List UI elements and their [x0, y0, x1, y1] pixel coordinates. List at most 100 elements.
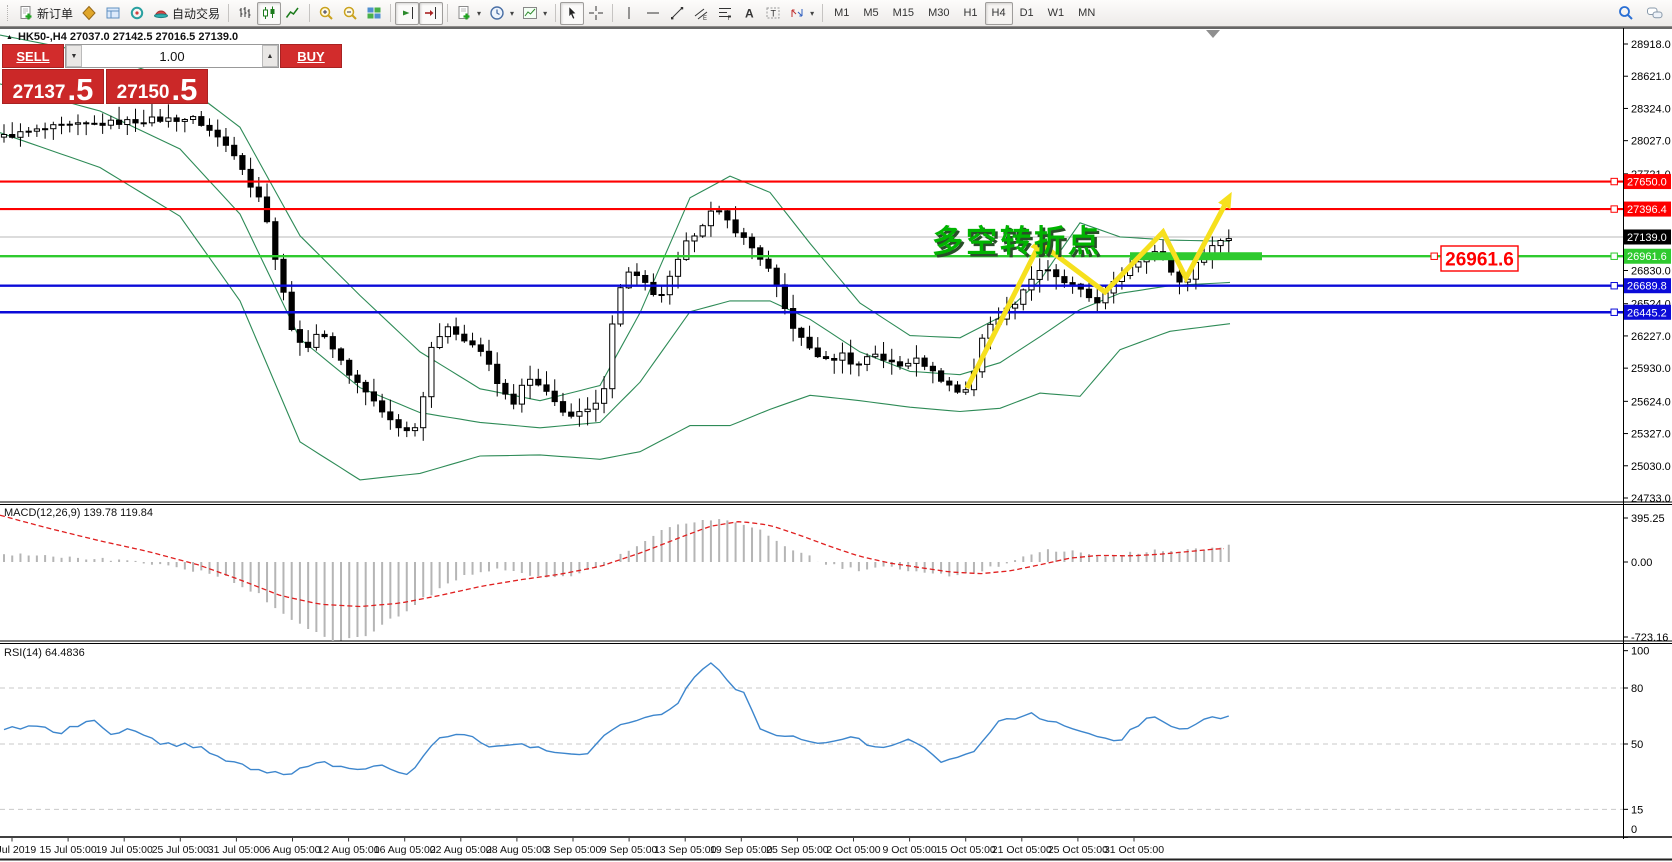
timeframe-w1-button[interactable]: W1 — [1041, 2, 1072, 25]
candlestick-chart-button[interactable] — [257, 1, 282, 25]
timeframe-m30-button[interactable]: M30 — [921, 2, 956, 25]
buy-price-main: 27150 — [116, 82, 170, 103]
buy-price-display[interactable]: 27150 .5 — [106, 69, 208, 107]
profiles-icon — [82, 5, 96, 21]
date-axis-label: 28 Aug 05:00 — [486, 844, 548, 856]
bar-chart-icon — [239, 7, 251, 18]
trendline-button[interactable] — [665, 2, 689, 25]
data-window-button[interactable] — [101, 2, 125, 25]
trend-arrow-1[interactable] — [964, 235, 1044, 390]
chart-canvas[interactable]: 多空转折点多空转折点26961.628918.028621.028324.028… — [0, 0, 1672, 862]
timeframe-m1-button[interactable]: M1 — [827, 2, 856, 25]
new-order-button[interactable]: 新订单 — [14, 2, 77, 25]
chart-shift-button[interactable] — [419, 1, 444, 25]
fibonacci-button[interactable]: F — [713, 2, 737, 25]
hline-endpoint-marker[interactable] — [1610, 308, 1618, 316]
auto-scroll-button[interactable] — [395, 1, 420, 25]
arrows-tool-button[interactable] — [785, 2, 818, 25]
svg-text:F: F — [728, 16, 732, 21]
zoom-in-icon — [319, 6, 333, 20]
candles — [0, 103, 1232, 441]
rsi-axis-label: 50 — [1631, 739, 1643, 751]
sell-price-display[interactable]: 27137 .5 — [2, 69, 104, 107]
main-price-pane[interactable]: 多空转折点多空转折点 — [0, 34, 1623, 481]
equidistant-channel-button[interactable]: E — [689, 2, 713, 25]
date-axis-label: 13 Sep 05:00 — [654, 844, 717, 856]
sell-button[interactable]: SELL — [2, 44, 64, 68]
sell-price-frac: .5 — [67, 71, 94, 107]
line-chart-button[interactable] — [281, 2, 305, 25]
chart-shift-marker[interactable] — [1206, 30, 1220, 38]
navigator-icon — [130, 6, 144, 20]
date-axis-label: 6 Aug 05:00 — [264, 844, 320, 856]
sell-price-main: 27137 — [12, 82, 66, 103]
date-axis-label: 15 Oct 05:00 — [936, 844, 996, 856]
indicators-button[interactable] — [452, 2, 485, 25]
crosshair-icon — [589, 6, 604, 20]
svg-text:T: T — [771, 9, 777, 19]
date-axis-label: 21 Oct 05:00 — [992, 844, 1052, 856]
text-label-button[interactable]: T — [761, 2, 785, 25]
volume-increase-button[interactable]: ▲ — [262, 45, 278, 67]
bar-chart-button[interactable] — [233, 2, 257, 25]
community-chat-button[interactable] — [1642, 2, 1668, 25]
timeframe-d1-button[interactable]: D1 — [1013, 2, 1041, 25]
hline-price-tag: 26689.8 — [1627, 281, 1667, 293]
date-axis-label: 25 Jul 05:00 — [152, 844, 209, 856]
hline-endpoint-marker[interactable] — [1610, 282, 1618, 290]
macd-pane[interactable] — [0, 514, 1230, 643]
volume-input[interactable] — [82, 45, 262, 67]
periods-button[interactable] — [485, 2, 518, 25]
trendline-icon — [671, 7, 684, 20]
hline-endpoint-marker[interactable] — [1610, 252, 1618, 260]
autotrading-button[interactable]: 自动交易 — [149, 2, 224, 25]
volume-decrease-button[interactable]: ▼ — [66, 45, 82, 67]
buy-price-frac: .5 — [171, 71, 198, 107]
cursor-button[interactable] — [560, 1, 585, 25]
chart-title-text: HK50-,H4 27037.0 27142.5 27016.5 27139.0 — [17, 31, 239, 43]
date-axis-label: 3 Sep 05:00 — [545, 844, 602, 856]
profiles-button[interactable] — [77, 2, 101, 25]
hline-endpoint-marker[interactable] — [1610, 205, 1618, 213]
tile-windows-icon — [367, 7, 381, 19]
rsi-axis-label: 100 — [1631, 646, 1649, 658]
date-axis-label: 9 Oct 05:00 — [882, 844, 936, 856]
collapse-icon[interactable]: ▲ — [6, 34, 13, 41]
timeframe-h1-button[interactable]: H1 — [956, 2, 984, 25]
buy-button[interactable]: BUY — [280, 44, 342, 68]
horizontal-line-button[interactable] — [641, 2, 665, 25]
svg-text:A: A — [745, 7, 754, 21]
hline-price-tag: 27396.4 — [1627, 204, 1667, 216]
date-axis-label: 19 Jul 05:00 — [96, 844, 153, 856]
date-axis-label: 31 Oct 05:00 — [1104, 844, 1164, 856]
navigator-button[interactable] — [125, 2, 149, 25]
tile-windows-button[interactable] — [362, 2, 386, 25]
text-tool-button[interactable]: A — [737, 2, 761, 25]
autotrading-label: 自动交易 — [172, 6, 221, 21]
current-price-tag: 27139.0 — [1627, 232, 1667, 244]
rsi-axis-label: 15 — [1631, 804, 1643, 816]
floating-label-anchor[interactable] — [1430, 252, 1438, 260]
price-tick-label: 28918.0 — [1631, 39, 1671, 51]
crosshair-button[interactable] — [584, 2, 608, 25]
label-icon: T — [766, 7, 780, 19]
vertical-line-button[interactable] — [617, 2, 641, 25]
toolbar: 新订单 自动交易 ▾ ▾ ▾ E F A T ▾ M1 M5 M15 M30 H… — [0, 0, 1672, 27]
timeframe-mn-button[interactable]: MN — [1071, 2, 1102, 25]
candlestick-chart-icon — [263, 6, 275, 19]
zoom-in-button[interactable] — [314, 2, 338, 25]
date-axis-label: 25 Oct 05:00 — [1048, 844, 1108, 856]
templates-button[interactable] — [518, 2, 551, 25]
volume-stepper: ▼ ▲ — [65, 44, 279, 68]
toolbar-separator — [228, 4, 230, 22]
timeframe-m15-button[interactable]: M15 — [886, 2, 921, 25]
toolbar-separator — [555, 4, 557, 22]
macd-axis-label: 395.25 — [1631, 513, 1665, 525]
zoom-out-button[interactable] — [338, 2, 362, 25]
timeframe-h4-button[interactable]: H4 — [984, 1, 1013, 25]
hline-endpoint-marker[interactable] — [1610, 177, 1618, 186]
search-icon — [1619, 6, 1633, 20]
price-tick-label: 28027.0 — [1631, 136, 1671, 148]
search-button[interactable] — [1614, 2, 1638, 25]
timeframe-m5-button[interactable]: M5 — [856, 2, 885, 25]
